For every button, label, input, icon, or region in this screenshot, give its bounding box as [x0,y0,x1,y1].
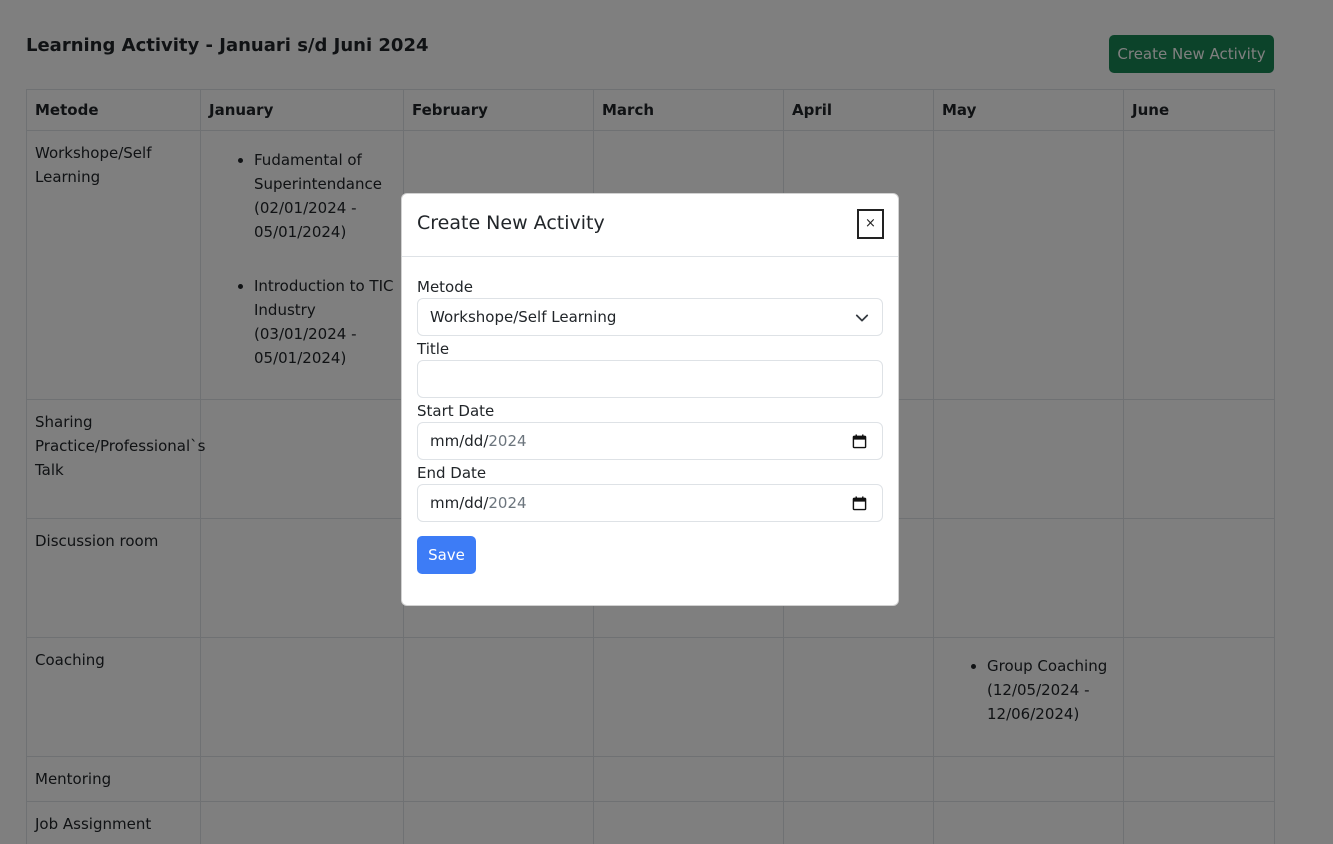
metode-selected-value: Workshope/Self Learning [430,308,617,326]
end-date-value: mm/dd/2024 [430,485,527,521]
end-date-label: End Date [417,464,487,482]
start-date-mmdd: mm/dd/ [430,432,489,450]
create-activity-modal: Create New Activity × Metode Workshope/S… [401,193,899,606]
chevron-down-icon [855,314,869,322]
page: Learning Activity - Januari s/d Juni 202… [0,0,1333,844]
start-date-value: mm/dd/2024 [430,423,527,459]
title-label: Title [417,340,450,358]
close-icon: × [865,216,876,231]
title-input[interactable] [417,360,883,398]
modal-header: Create New Activity × [402,194,898,257]
start-date-input[interactable]: mm/dd/2024 [417,422,883,460]
end-date-mmdd: mm/dd/ [430,494,489,512]
save-button[interactable]: Save [417,536,476,574]
calendar-icon[interactable] [852,434,867,449]
start-date-year: 2024 [488,432,527,450]
end-date-input[interactable]: mm/dd/2024 [417,484,883,522]
metode-label: Metode [417,278,473,296]
calendar-icon[interactable] [852,496,867,511]
metode-select[interactable]: Workshope/Self Learning [417,298,883,336]
end-date-year: 2024 [488,494,527,512]
modal-title: Create New Activity [417,212,605,234]
close-button[interactable]: × [857,209,884,239]
start-date-label: Start Date [417,402,495,420]
